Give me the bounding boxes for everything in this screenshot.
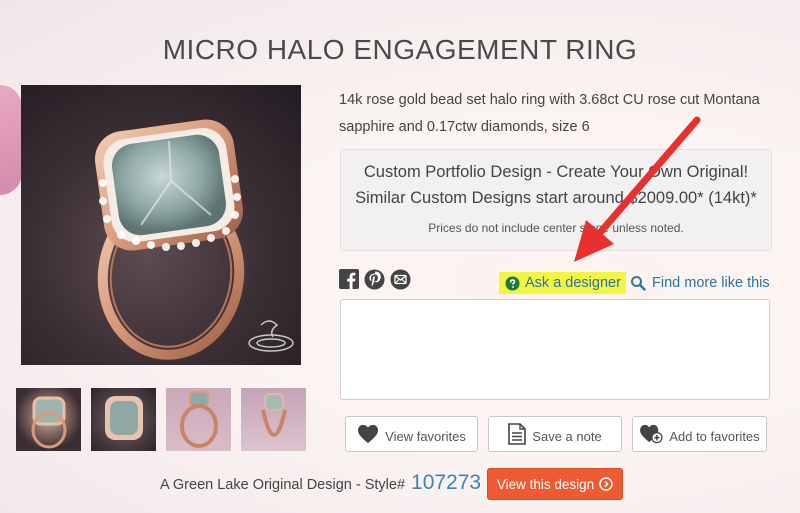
chevron-right-circle-icon [599, 477, 613, 491]
question-circle-icon [505, 275, 520, 291]
thumbnail-2[interactable] [91, 388, 156, 451]
ask-designer-label: Ask a designer [525, 275, 621, 291]
style-label: A Green Lake Original Design - Style# [160, 477, 406, 493]
portfolio-info-box: Custom Portfolio Design - Create Your Ow… [340, 149, 772, 251]
portfolio-note: Prices do not include center stone unles… [428, 221, 684, 235]
search-icon [631, 276, 646, 291]
find-more-label: Find more like this [652, 275, 770, 291]
ring-thumb-image [105, 396, 143, 440]
note-icon [508, 423, 527, 445]
view-favorites-label: View favorites [385, 428, 466, 444]
style-number: 107273 [411, 471, 482, 494]
facebook-icon[interactable] [339, 269, 359, 291]
portfolio-headline: Custom Portfolio Design - Create Your Ow… [363, 163, 749, 181]
view-favorites-button[interactable]: View favorites [345, 416, 478, 452]
ring-thumb-image [261, 393, 287, 437]
portfolio-price: Similar Custom Designs start around $200… [355, 189, 757, 207]
ring-thumb-image [31, 396, 67, 449]
pinterest-icon[interactable] [364, 269, 385, 291]
add-favorites-label: Add to favorites [669, 428, 760, 444]
add-favorites-button[interactable]: Add to favorites [632, 416, 767, 452]
background-petal [0, 85, 22, 195]
thumbnail-3[interactable] [166, 388, 231, 451]
style-info: A Green Lake Original Design - Style# 10… [160, 471, 481, 495]
heart-icon [358, 424, 379, 444]
thumbnail-1[interactable] [16, 388, 81, 451]
email-icon[interactable] [390, 269, 411, 291]
view-design-label: View this design [496, 476, 595, 492]
main-product-image[interactable] [21, 85, 301, 365]
ring-illustration [94, 119, 294, 360]
product-description: 14k rose gold bead set halo ring with 3.… [339, 92, 760, 135]
thumbnail-4[interactable] [241, 388, 306, 451]
find-more-link[interactable]: Find more like this [630, 272, 770, 294]
ask-designer-link[interactable]: Ask a designer [499, 272, 626, 294]
save-note-label: Save a note [532, 428, 602, 444]
page-title: MICRO HALO ENGAGEMENT RING [162, 34, 638, 65]
view-design-button[interactable]: View this design [487, 468, 623, 500]
save-note-button[interactable]: Save a note [488, 416, 622, 452]
ring-thumb-image [180, 391, 218, 448]
message-textarea[interactable] [340, 299, 770, 400]
heart-plus-icon [640, 424, 663, 444]
